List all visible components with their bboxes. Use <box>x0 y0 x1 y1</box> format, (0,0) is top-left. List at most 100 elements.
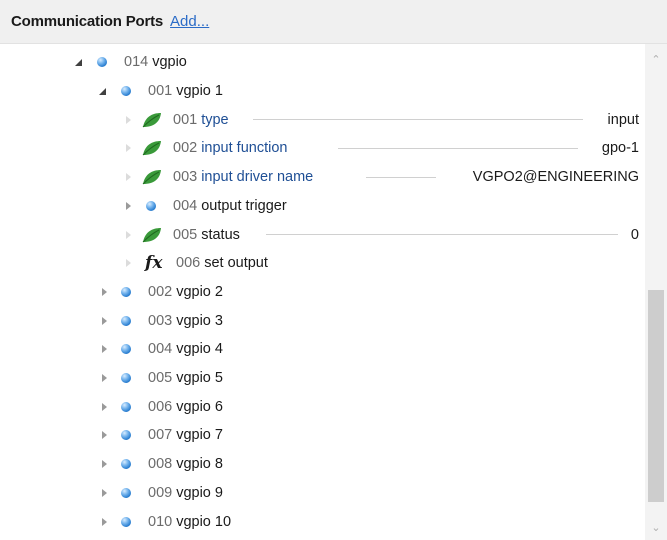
ball-icon <box>121 450 131 479</box>
add-link[interactable]: Add... <box>170 13 209 30</box>
expand-toggle <box>122 134 134 163</box>
ball-icon <box>121 479 131 508</box>
leaf-icon <box>142 105 162 134</box>
node-number: 009 <box>148 484 173 501</box>
node-name: vgpio 9 <box>176 484 223 501</box>
tree-node-input-function[interactable]: 002 input function gpo-1 <box>0 134 645 163</box>
node-number: 010 <box>148 513 173 530</box>
ball-icon <box>121 77 131 106</box>
leaf-icon <box>142 134 162 163</box>
ball-icon <box>121 306 131 335</box>
tree-node-output-trigger[interactable]: 004 output trigger <box>0 192 645 221</box>
expand-toggle[interactable] <box>98 507 110 536</box>
tree-node-status[interactable]: 005 status 0 <box>0 220 645 249</box>
leader-line <box>266 234 618 236</box>
tree-node-input-driver-name[interactable]: 003 input driver name VGPO2@ENGINEERING <box>0 163 645 192</box>
ball-icon <box>121 392 131 421</box>
tree-node-vgpio-1[interactable]: 001 vgpio 1 <box>0 77 645 106</box>
ball-icon <box>121 335 131 364</box>
scroll-down-icon[interactable]: ⌄ <box>645 518 667 536</box>
expand-toggle <box>122 220 134 249</box>
expand-toggle[interactable] <box>98 450 110 479</box>
node-number: 003 <box>148 312 173 329</box>
expand-toggle[interactable] <box>98 306 110 335</box>
ball-icon <box>121 364 131 393</box>
node-number: 002 <box>148 283 173 300</box>
node-number: 006 <box>148 398 173 415</box>
expand-toggle <box>122 249 134 278</box>
leader-line <box>338 148 578 150</box>
node-value: VGPO2@ENGINEERING <box>472 169 639 186</box>
node-name: input driver name <box>201 169 314 186</box>
node-number: 014 <box>124 54 149 71</box>
panel-title: Communication Ports <box>11 13 164 30</box>
leaf-icon <box>142 163 162 192</box>
node-name: type <box>201 111 229 128</box>
node-name: vgpio 3 <box>176 312 223 329</box>
ball-icon <box>97 48 107 77</box>
tree-node-vgpio-6[interactable]: 006 vgpio 6 <box>0 392 645 421</box>
node-number: 004 <box>148 341 173 358</box>
node-number: 001 <box>148 83 173 100</box>
expand-toggle <box>122 105 134 134</box>
node-number: 007 <box>148 427 173 444</box>
expand-toggle[interactable] <box>98 335 110 364</box>
panel-header: Communication Ports Add... <box>0 0 667 44</box>
ball-icon <box>121 278 131 307</box>
node-name: vgpio 4 <box>176 341 223 358</box>
collapse-toggle[interactable] <box>96 77 108 106</box>
tree-node-vgpio-9[interactable]: 009 vgpio 9 <box>0 479 645 508</box>
node-value: input <box>607 111 639 128</box>
node-value: 0 <box>630 226 639 243</box>
node-name: vgpio 5 <box>176 370 223 387</box>
tree-node-vgpio-5[interactable]: 005 vgpio 5 <box>0 364 645 393</box>
ball-icon <box>121 421 131 450</box>
communication-ports-panel: Communication Ports Add... 014 vgpio 001… <box>0 0 667 540</box>
tree-node-vgpio-8[interactable]: 008 vgpio 8 <box>0 450 645 479</box>
node-name: vgpio 10 <box>176 513 232 530</box>
expand-toggle[interactable] <box>98 421 110 450</box>
node-number: 005 <box>173 226 198 243</box>
tree-node-vgpio-10[interactable]: 010 vgpio 10 <box>0 507 645 536</box>
node-name: output trigger <box>201 197 287 214</box>
expand-toggle[interactable] <box>98 392 110 421</box>
node-number: 006 <box>176 255 201 272</box>
scroll-up-icon[interactable]: ⌃ <box>645 50 667 68</box>
node-value: gpo-1 <box>601 140 639 157</box>
collapse-toggle[interactable] <box>72 48 84 77</box>
node-name: status <box>201 226 240 243</box>
vertical-scrollbar[interactable]: ⌃ ⌄ <box>645 44 667 540</box>
expand-toggle[interactable] <box>122 192 134 221</box>
leader-line <box>253 119 583 121</box>
ball-icon <box>146 192 156 221</box>
expand-toggle[interactable] <box>98 364 110 393</box>
tree-node-vgpio-4[interactable]: 004 vgpio 4 <box>0 335 645 364</box>
expand-toggle[interactable] <box>98 278 110 307</box>
leader-line <box>366 176 436 178</box>
node-number: 005 <box>148 370 173 387</box>
node-name: vgpio 1 <box>176 83 223 100</box>
node-number: 008 <box>148 456 173 473</box>
node-name: vgpio 2 <box>176 283 223 300</box>
tree-node-vgpio-2[interactable]: 002 vgpio 2 <box>0 278 645 307</box>
port-tree: 014 vgpio 001 vgpio 1 001 type input 002… <box>0 44 645 540</box>
node-name: vgpio <box>152 54 187 71</box>
ball-icon <box>121 507 131 536</box>
scrollbar-thumb[interactable] <box>648 290 664 502</box>
tree-node-set-output[interactable]: fx 006 set output <box>0 249 645 278</box>
expand-toggle[interactable] <box>98 479 110 508</box>
tree-node-vgpio-3[interactable]: 003 vgpio 3 <box>0 306 645 335</box>
node-name: vgpio 6 <box>176 398 223 415</box>
node-number: 003 <box>173 169 198 186</box>
node-name: set output <box>204 255 268 272</box>
tree-node-vgpio[interactable]: 014 vgpio <box>0 48 645 77</box>
leaf-icon <box>142 220 162 249</box>
fx-icon: fx <box>145 253 163 274</box>
node-number: 004 <box>173 197 198 214</box>
node-name: vgpio 8 <box>176 456 223 473</box>
tree-node-type[interactable]: 001 type input <box>0 105 645 134</box>
node-number: 002 <box>173 140 198 157</box>
expand-toggle <box>122 163 134 192</box>
tree-node-vgpio-7[interactable]: 007 vgpio 7 <box>0 421 645 450</box>
node-name: input function <box>201 140 288 157</box>
